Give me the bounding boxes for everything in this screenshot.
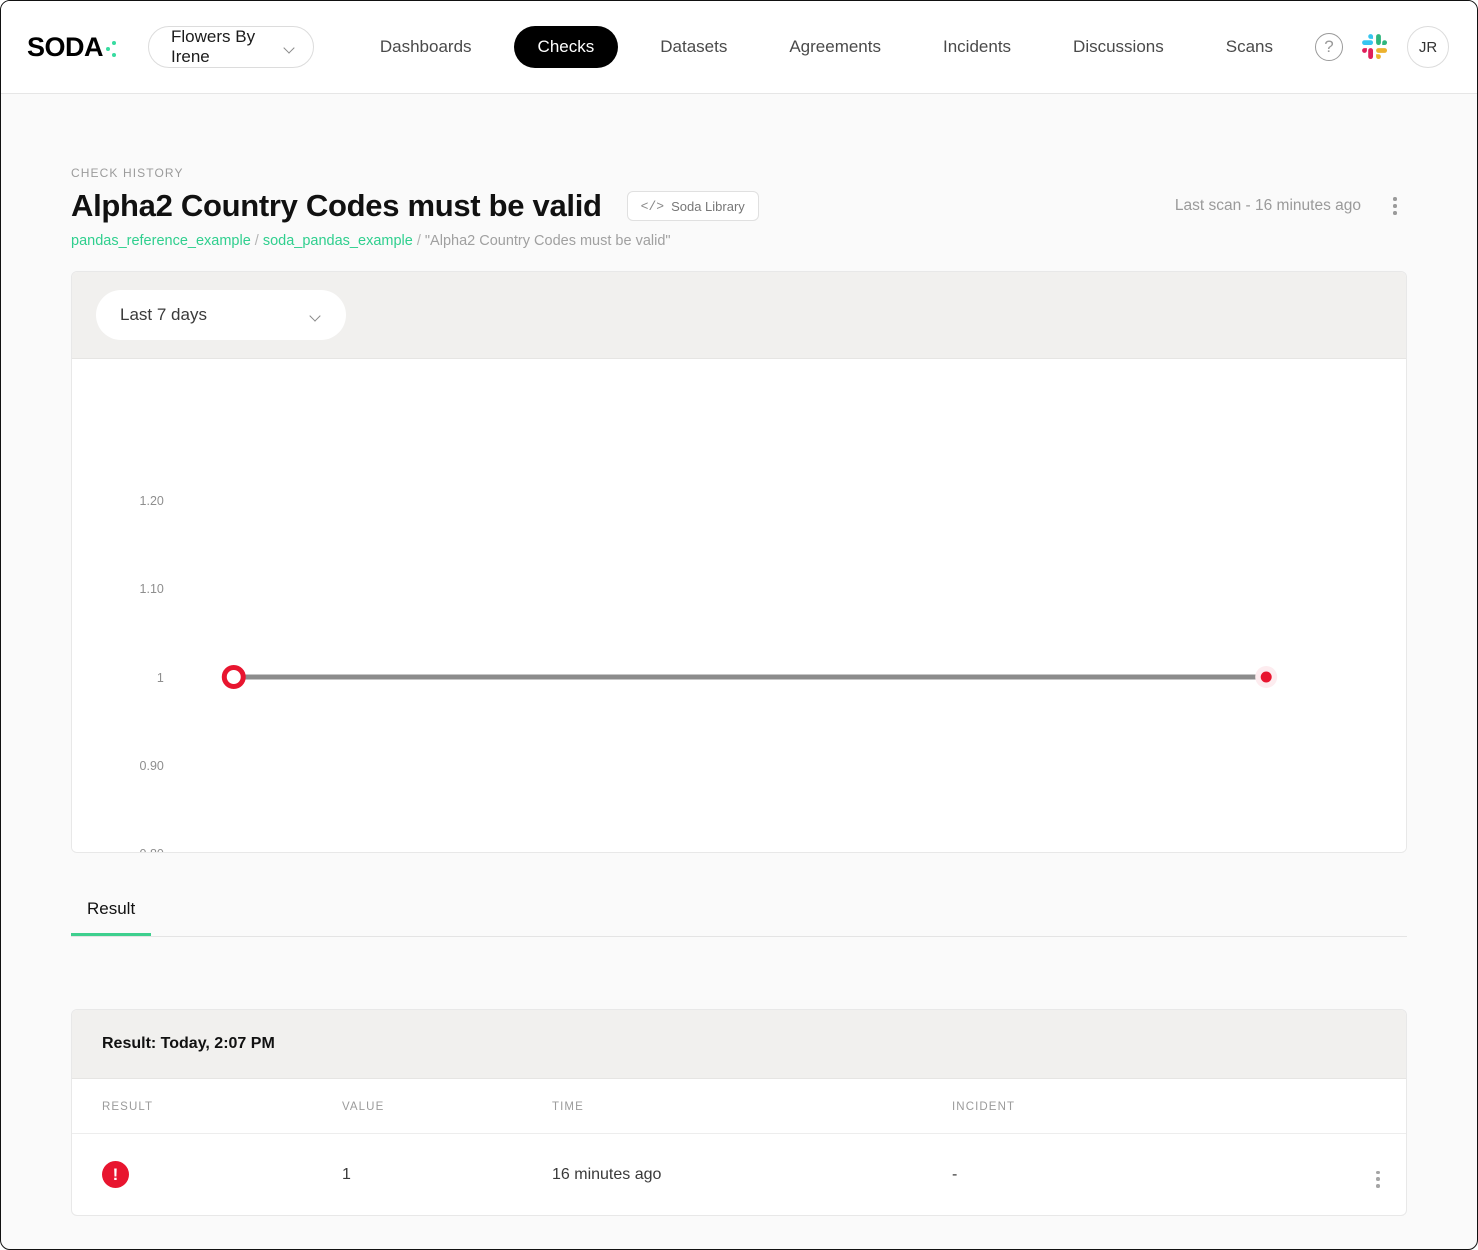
result-table: RESULT VALUE TIME INCIDENT ! 1 16 minute…: [72, 1079, 1406, 1215]
cell-time: 16 minutes ago: [552, 1165, 662, 1183]
data-point-marker-end: [1260, 671, 1272, 683]
soda-library-badge-label: Soda Library: [671, 198, 745, 214]
page-title-row: Alpha2 Country Codes must be valid </> S…: [71, 188, 1407, 224]
date-range-value: Last 7 days: [120, 305, 207, 324]
org-switcher-button[interactable]: Flowers By Irene: [148, 26, 314, 68]
y-tick-1: 1: [157, 671, 164, 685]
result-table-head: RESULT VALUE TIME INCIDENT: [72, 1079, 1406, 1134]
nav-item-scans[interactable]: Scans: [1206, 27, 1293, 67]
avatar[interactable]: JR: [1407, 26, 1449, 68]
chart-toolbar: Last 7 days: [72, 272, 1406, 359]
col-header-actions: [1336, 1079, 1406, 1134]
result-card-heading: Result: Today, 2:07 PM: [72, 1010, 1406, 1079]
result-table-body: ! 1 16 minutes ago -: [72, 1134, 1406, 1216]
soda-logo-text: SODA: [27, 31, 104, 62]
col-header-result: RESULT: [72, 1079, 342, 1134]
y-tick-0.80: 0.80: [140, 847, 164, 852]
kebab-menu-icon[interactable]: [1383, 194, 1407, 218]
code-icon: </>: [640, 198, 665, 214]
fail-exclamation-icon: !: [102, 1161, 129, 1188]
breadcrumb-link-dataset[interactable]: pandas_reference_example: [71, 233, 251, 249]
org-switcher-label: Flowers By Irene: [171, 27, 256, 66]
row-kebab-menu-icon[interactable]: [1376, 1170, 1380, 1188]
nav-item-discussions[interactable]: Discussions: [1053, 27, 1184, 67]
last-scan-status: Last scan - 16 minutes ago: [1174, 197, 1361, 214]
nav-links: Dashboards Checks Datasets Agreements In…: [360, 26, 1315, 68]
chart-plot-area: 1.20 1.10 1 0.90 0.80: [140, 494, 1278, 852]
nav-item-agreements[interactable]: Agreements: [769, 27, 901, 67]
col-header-value: VALUE: [342, 1079, 552, 1134]
check-history-chart-card: Last 7 days 1.20 1.10 1 0.90 0.80: [71, 271, 1407, 853]
col-header-incident: INCIDENT: [952, 1079, 1336, 1134]
soda-logo-dots-icon: [106, 40, 120, 60]
app-window: SODA Flowers By Irene Dashboards Checks …: [0, 0, 1478, 1250]
page-title: Alpha2 Country Codes must be valid: [71, 188, 602, 223]
nav-item-checks[interactable]: Checks: [513, 26, 619, 68]
cell-result-status: !: [72, 1134, 342, 1216]
cell-value: 1: [342, 1165, 351, 1183]
tab-result[interactable]: Result: [71, 899, 152, 936]
detail-tabs: Result: [71, 899, 1407, 937]
top-navigation-bar: SODA Flowers By Irene Dashboards Checks …: [1, 1, 1477, 94]
table-header-row: RESULT VALUE TIME INCIDENT: [72, 1079, 1406, 1134]
nav-item-datasets[interactable]: Datasets: [640, 27, 747, 67]
breadcrumb-current: "Alpha2 Country Codes must be valid": [424, 233, 671, 249]
nav-item-dashboards[interactable]: Dashboards: [360, 27, 492, 67]
y-tick-1.10: 1.10: [140, 582, 164, 596]
soda-logo[interactable]: SODA: [27, 31, 120, 62]
date-range-select[interactable]: Last 7 days: [96, 290, 346, 340]
y-tick-1.20: 1.20: [140, 494, 164, 508]
y-axis-tick-labels: 1.20 1.10 1 0.90 0.80: [140, 494, 164, 852]
breadcrumb: pandas_reference_example / soda_pandas_e…: [71, 233, 671, 249]
slack-icon[interactable]: [1361, 33, 1389, 61]
soda-library-badge[interactable]: </> Soda Library: [626, 191, 759, 221]
y-tick-0.90: 0.90: [140, 759, 164, 773]
table-row[interactable]: ! 1 16 minutes ago -: [72, 1134, 1406, 1216]
data-point-marker-start: [221, 665, 246, 689]
chevron-down-icon: [311, 312, 322, 319]
page-content: CHECK HISTORY Alpha2 Country Codes must …: [1, 94, 1477, 1216]
cell-actions: [1336, 1134, 1406, 1216]
col-header-time: TIME: [552, 1079, 952, 1134]
chevron-down-icon: [285, 44, 294, 51]
breadcrumb-link-source[interactable]: soda_pandas_example: [263, 233, 413, 249]
nav-right-actions: ? JR: [1315, 26, 1449, 68]
check-history-chart: 1.20 1.10 1 0.90 0.80: [72, 359, 1406, 852]
breadcrumb-eyebrow: CHECK HISTORY: [71, 166, 184, 180]
question-mark-icon[interactable]: ?: [1315, 33, 1343, 61]
cell-incident: -: [952, 1165, 958, 1183]
nav-item-incidents[interactable]: Incidents: [923, 27, 1031, 67]
result-card: Result: Today, 2:07 PM RESULT VALUE TIME…: [71, 1009, 1407, 1216]
